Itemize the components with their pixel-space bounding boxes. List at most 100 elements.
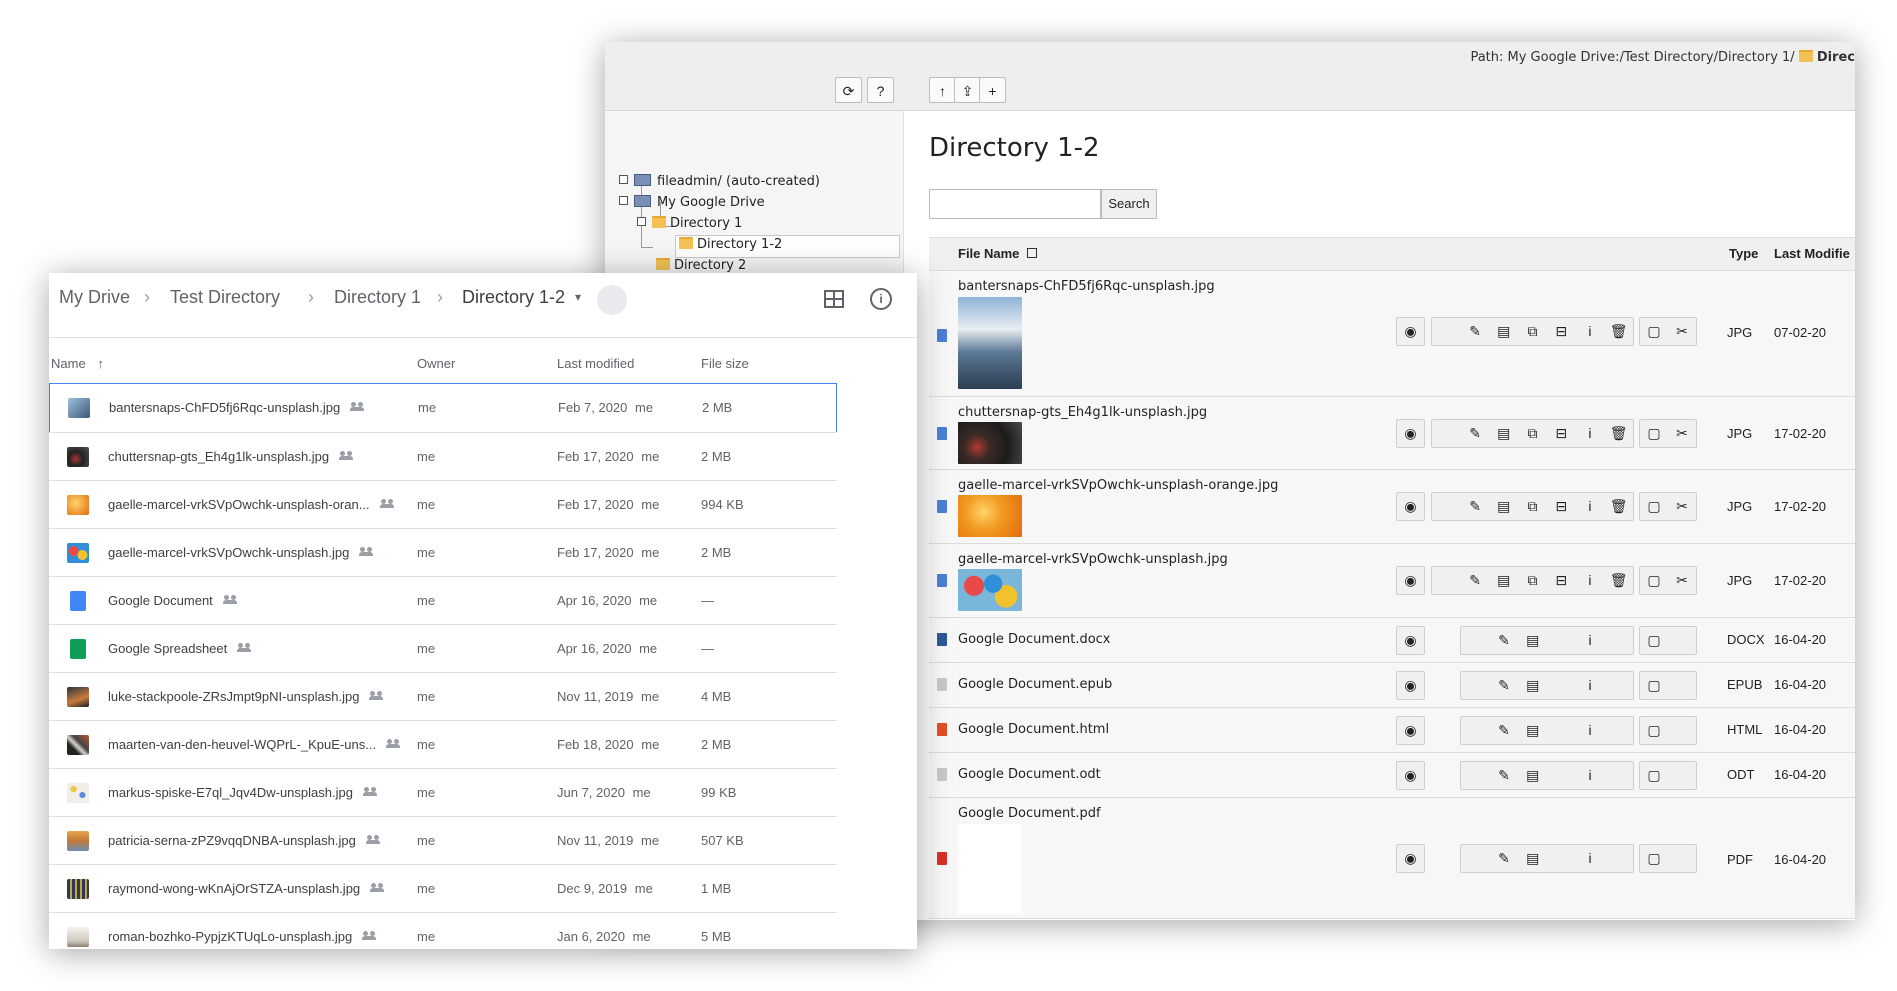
expand-toggle-icon[interactable] — [637, 217, 646, 226]
metadata-icon[interactable]: ▤ — [1518, 845, 1547, 872]
cut-icon[interactable]: ✂ — [1668, 493, 1696, 520]
expand-toggle-icon[interactable] — [619, 196, 628, 205]
metadata-icon[interactable]: ▤ — [1518, 762, 1547, 789]
cut-icon[interactable]: ✂ — [1668, 318, 1696, 345]
show-button[interactable]: ◉ — [1396, 716, 1425, 745]
copy-icon[interactable]: ▢ — [1640, 845, 1668, 872]
file-name[interactable]: gaelle-marcel-vrkSVpOwchk-unsplash.jpg — [958, 552, 1228, 567]
file-name[interactable]: bantersnaps-ChFD5fj6Rqc-unsplash.jpg — [958, 279, 1215, 294]
metadata-icon[interactable]: ▤ — [1518, 717, 1547, 744]
edit-icon[interactable]: ✎ — [1461, 493, 1490, 520]
info-icon[interactable]: i — [1576, 567, 1605, 594]
file-name[interactable]: Google Document.pdf — [958, 806, 1101, 821]
show-button[interactable]: ◉ — [1396, 761, 1425, 790]
breadcrumb-test-directory[interactable]: Test Directory — [170, 287, 280, 308]
info-icon[interactable]: i — [1576, 717, 1605, 744]
table-row[interactable]: chuttersnap-gts_Eh4g1lk-unsplash.jpg ◉ ✎… — [929, 397, 1855, 470]
delete-icon[interactable]: 🗑 — [1604, 567, 1633, 594]
edit-icon[interactable]: ✎ — [1490, 672, 1519, 699]
table-row[interactable]: Google Document.epub ◉ ✎ ▤ i ▢ EPUB 16-04-… — [929, 663, 1855, 708]
up-level-button[interactable]: ↑ — [929, 77, 956, 103]
table-row[interactable]: luke-stackpoole-ZRsJmpt9pNI-unsplash.jpg… — [49, 672, 837, 721]
search-input[interactable] — [929, 189, 1101, 219]
table-row[interactable]: maarten-van-den-heuvel-WQPrL-_KpuE-uns..… — [49, 720, 837, 769]
show-button[interactable]: ◉ — [1396, 492, 1425, 521]
table-row[interactable]: patricia-serna-zPZ9vqqDNBA-unsplash.jpg … — [49, 816, 837, 865]
metadata-icon[interactable]: ▤ — [1518, 672, 1547, 699]
view-icon[interactable]: ◉ — [1397, 420, 1424, 447]
column-last-modified[interactable]: Last modified — [557, 356, 634, 371]
copy-icon[interactable]: ▢ — [1640, 493, 1668, 520]
edit-icon[interactable]: ✎ — [1490, 627, 1519, 654]
file-name[interactable]: Google Document.html — [958, 722, 1109, 737]
copy-icon[interactable]: ▢ — [1640, 420, 1668, 447]
file-name[interactable]: roman-bozhko-PypjzKTUqLo-unsplash.jpg — [108, 929, 352, 944]
replace-icon[interactable]: ⧉ — [1518, 493, 1547, 520]
file-name[interactable]: luke-stackpoole-ZRsJmpt9pNI-unsplash.jpg — [108, 689, 359, 704]
copy-icon[interactable]: ▢ — [1640, 627, 1668, 654]
checkbox-icon[interactable] — [1027, 248, 1038, 258]
table-row[interactable]: Google Document me Apr 16, 2020 me — — [49, 576, 837, 625]
file-name[interactable]: markus-spiske-E7ql_Jqv4Dw-unsplash.jpg — [108, 785, 353, 800]
search-button[interactable]: Search — [1101, 189, 1157, 219]
thumbnail-image[interactable] — [958, 569, 1022, 611]
table-row[interactable]: roman-bozhko-PypjzKTUqLo-unsplash.jpg me… — [49, 912, 837, 949]
file-name[interactable]: chuttersnap-gts_Eh4g1lk-unsplash.jpg — [958, 405, 1207, 420]
tree-node-directory-1[interactable]: Directory 1 — [637, 215, 742, 233]
info-icon[interactable]: i — [1576, 762, 1605, 789]
show-button[interactable]: ◉ — [1396, 671, 1425, 700]
show-button[interactable]: ◉ — [1396, 419, 1425, 448]
view-icon[interactable]: ◉ — [1397, 567, 1424, 594]
file-name[interactable]: Google Document.epub — [958, 677, 1112, 692]
delete-icon[interactable]: 🗑 — [1604, 420, 1633, 447]
rename-icon[interactable]: ⊟ — [1547, 318, 1576, 345]
copy-icon[interactable]: ▢ — [1640, 762, 1668, 789]
view-icon[interactable]: ◉ — [1397, 717, 1424, 744]
table-row[interactable]: Google Document.pdf ◉ ✎ ▤ i ▢ PDF 16-04-20 — [929, 798, 1855, 919]
help-button[interactable]: ? — [867, 77, 894, 103]
info-icon[interactable]: i — [1576, 627, 1605, 654]
edit-icon[interactable]: ✎ — [1490, 845, 1519, 872]
chevron-down-icon[interactable]: ▾ — [575, 290, 581, 304]
table-row[interactable]: Google Document.docx ◉ ✎ ▤ i ▢ DOCX 16-04-… — [929, 618, 1855, 663]
table-row[interactable]: Google Document.odt ◉ ✎ ▤ i ▢ ODT 16-04-20 — [929, 753, 1855, 798]
table-row[interactable]: gaelle-marcel-vrkSVpOwchk-unsplash.jpg m… — [49, 528, 837, 577]
view-icon[interactable]: ◉ — [1397, 762, 1424, 789]
view-icon[interactable]: ◉ — [1397, 627, 1424, 654]
column-type[interactable]: Type — [1729, 246, 1758, 261]
file-name[interactable]: patricia-serna-zPZ9vqqDNBA-unsplash.jpg — [108, 833, 356, 848]
file-name[interactable]: Google Document.odt — [958, 767, 1101, 782]
file-name[interactable]: Google Spreadsheet — [108, 641, 227, 656]
replace-icon[interactable]: ⧉ — [1518, 420, 1547, 447]
info-icon[interactable]: i — [1576, 845, 1605, 872]
tree-node-my-google-drive[interactable]: My Google Drive — [619, 194, 765, 212]
file-name[interactable]: bantersnaps-ChFD5fj6Rqc-unsplash.jpg — [109, 400, 340, 415]
tree-node-fileadmin[interactable]: fileadmin/ (auto-created) — [619, 173, 820, 191]
thumbnail-image[interactable] — [958, 495, 1022, 537]
show-button[interactable]: ◉ — [1396, 844, 1425, 873]
column-file-size[interactable]: File size — [701, 356, 749, 371]
rename-icon[interactable]: ⊟ — [1547, 420, 1576, 447]
rename-icon[interactable]: ⊟ — [1547, 567, 1576, 594]
copy-icon[interactable]: ▢ — [1640, 672, 1668, 699]
info-icon[interactable]: i — [1576, 318, 1605, 345]
metadata-icon[interactable]: ▤ — [1489, 567, 1518, 594]
view-icon[interactable]: ◉ — [1397, 672, 1424, 699]
file-name[interactable]: chuttersnap-gts_Eh4g1lk-unsplash.jpg — [108, 449, 329, 464]
arrow-up-icon[interactable]: ↑ — [97, 356, 104, 371]
file-name[interactable]: gaelle-marcel-vrkSVpOwchk-unsplash-orang… — [958, 478, 1278, 493]
table-row[interactable]: bantersnaps-ChFD5fj6Rqc-unsplash.jpg ◉ ✎… — [929, 271, 1855, 397]
delete-icon[interactable]: 🗑 — [1604, 318, 1633, 345]
table-row[interactable]: Google Document.html ◉ ✎ ▤ i ▢ HTML 16-04-… — [929, 708, 1855, 753]
view-icon[interactable]: ◉ — [1397, 845, 1424, 872]
edit-icon[interactable]: ✎ — [1490, 762, 1519, 789]
cut-icon[interactable]: ✂ — [1668, 420, 1696, 447]
refresh-button[interactable]: ⟳ — [835, 77, 862, 103]
delete-icon[interactable]: 🗑 — [1604, 493, 1633, 520]
metadata-icon[interactable]: ▤ — [1518, 627, 1547, 654]
thumbnail-image[interactable] — [958, 422, 1022, 464]
table-row[interactable]: Google Spreadsheet me Apr 16, 2020 me — — [49, 624, 837, 673]
column-owner[interactable]: Owner — [417, 356, 455, 371]
table-row[interactable]: gaelle-marcel-vrkSVpOwchk-unsplash-orang… — [929, 470, 1855, 544]
file-name[interactable]: maarten-van-den-heuvel-WQPrL-_KpuE-uns..… — [108, 737, 376, 752]
